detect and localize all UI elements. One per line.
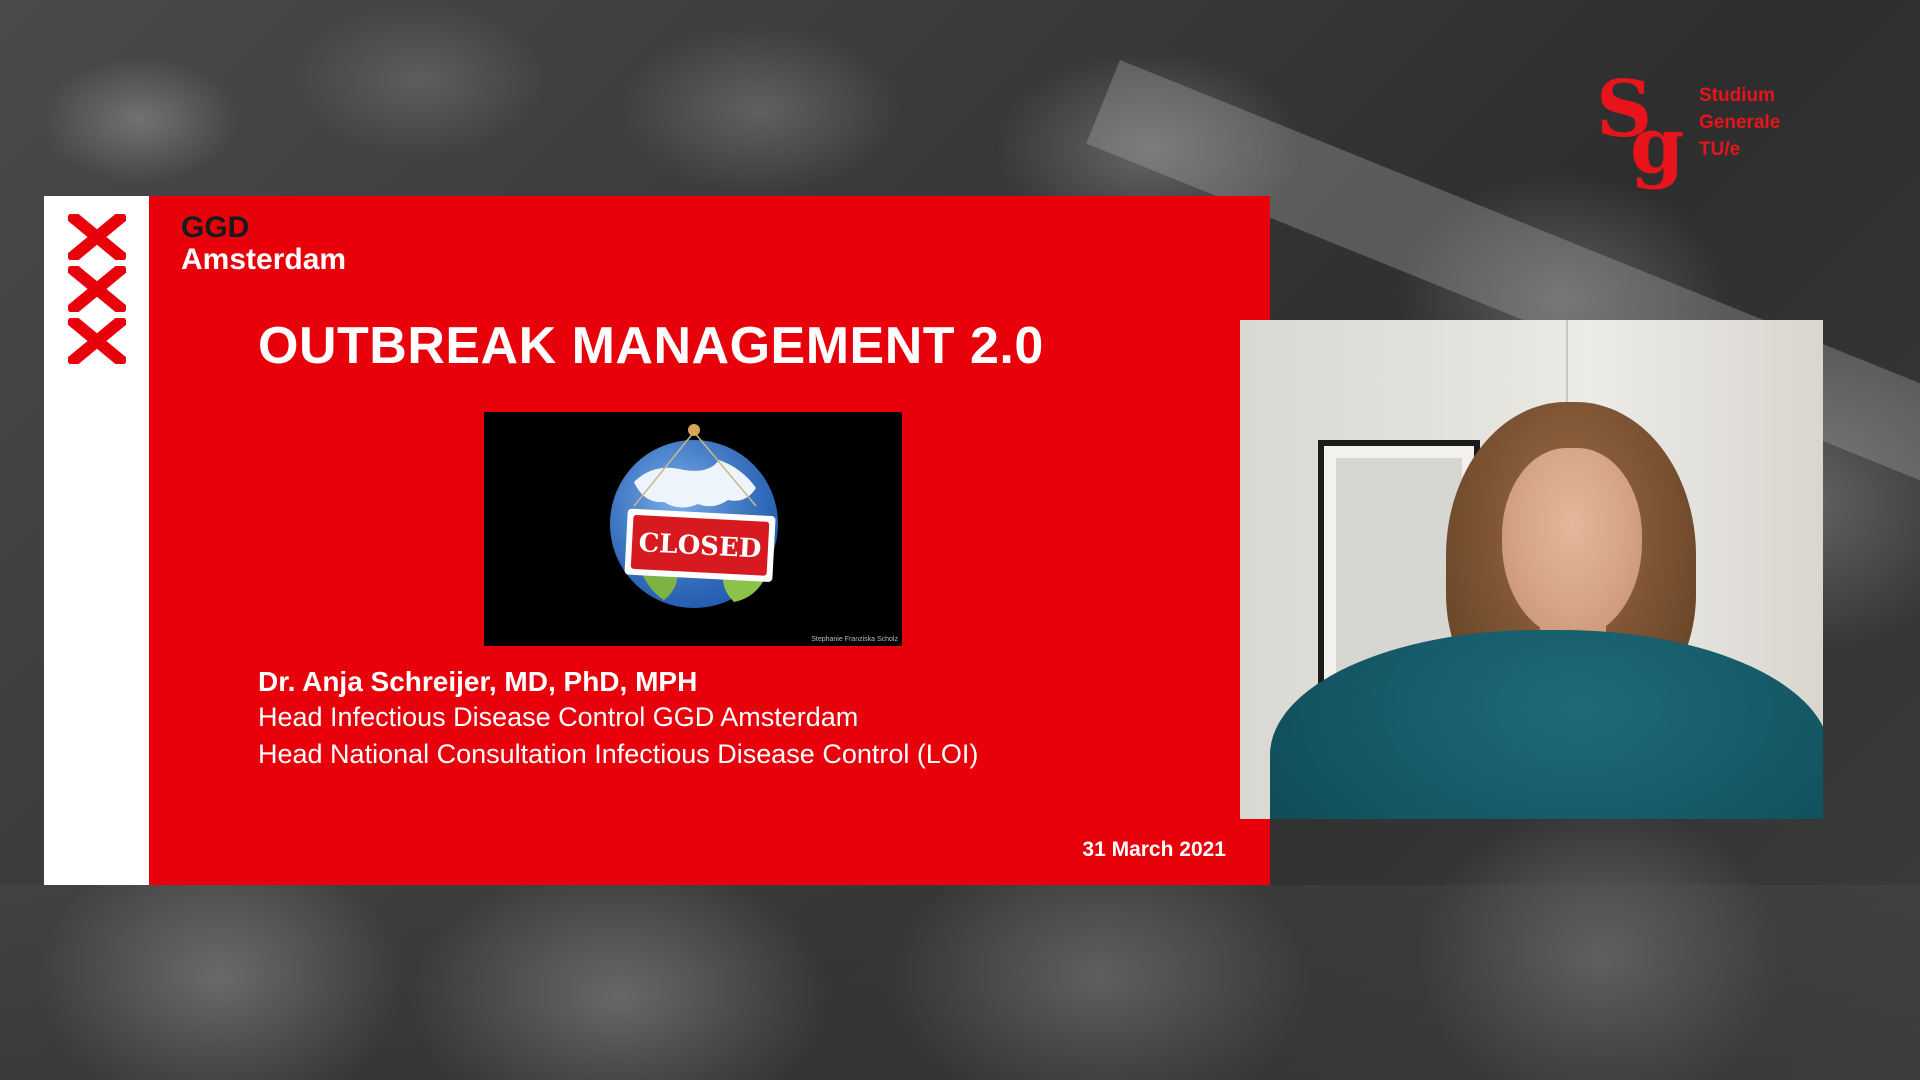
speaker-role-1: Head Infectious Disease Control GGD Amst… [258, 702, 859, 732]
speaker-face [1502, 448, 1642, 638]
cross-icon [68, 214, 126, 260]
sg-mark-icon: S g [1596, 74, 1685, 191]
amsterdam-xxx-icon [68, 214, 126, 370]
video-stage: S g Studium Generale TU/e GGD Amsterdam … [0, 0, 1920, 1080]
cross-icon [68, 266, 126, 312]
svg-text:g: g [1630, 100, 1685, 191]
closed-globe-image: CLOSED Stephanie Franziska Scholz [484, 412, 902, 646]
speaker-role-2: Head National Consultation Infectious Di… [258, 739, 979, 769]
closed-sign-text: CLOSED [638, 528, 762, 564]
cross-icon [68, 318, 126, 364]
org-line-2: Amsterdam [181, 243, 347, 276]
org-line-1: GGD [181, 211, 250, 244]
slide-date: 31 March 2021 [1082, 838, 1226, 861]
sg-line-2: Generale [1699, 112, 1781, 133]
background-crowd-lower [0, 885, 1920, 1080]
speaker-webcam-feed [1240, 320, 1823, 819]
slide-title: OUTBREAK MANAGEMENT 2.0 [258, 317, 1044, 375]
slide-side-strip [44, 196, 149, 885]
speaker-name: Dr. Anja Schreijer, MD, PhD, MPH [258, 666, 698, 697]
presentation-slide: GGD Amsterdam OUTBREAK MANAGEMENT 2.0 CL… [44, 196, 1270, 885]
sg-line-3: TU/e [1699, 139, 1741, 160]
studium-generale-logo: S g Studium Generale TU/e [1596, 74, 1816, 194]
org-name: GGD Amsterdam [181, 212, 346, 276]
photo-credit: Stephanie Franziska Scholz [811, 636, 898, 643]
sg-line-1: Studium [1699, 85, 1775, 106]
globe-closed-sign-icon: CLOSED [610, 424, 778, 608]
sg-text: Studium Generale TU/e [1699, 82, 1780, 163]
